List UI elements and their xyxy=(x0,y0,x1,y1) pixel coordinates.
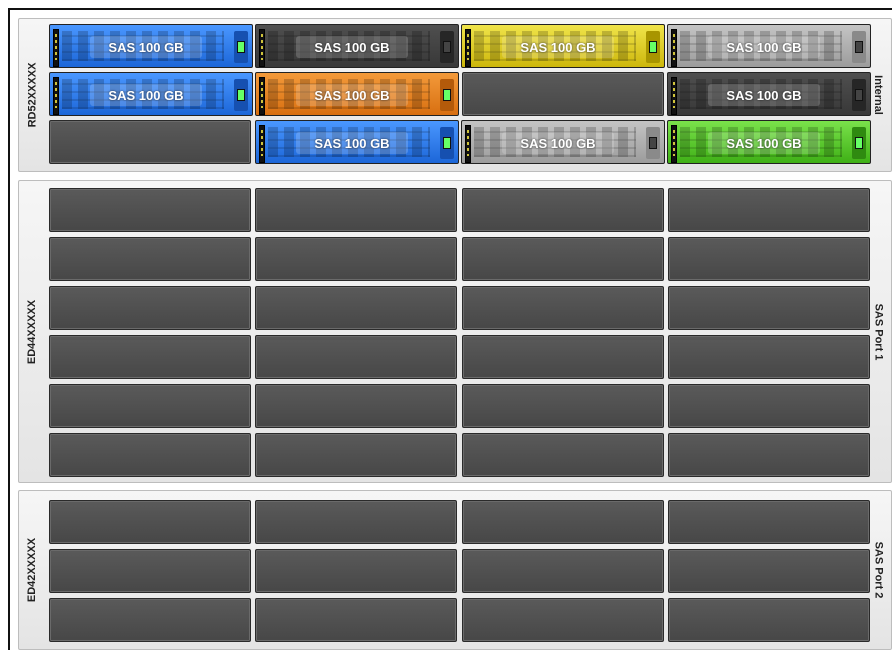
empty-drive-slot[interactable] xyxy=(49,286,251,330)
empty-drive-slot[interactable] xyxy=(668,335,870,379)
empty-drive-slot[interactable] xyxy=(668,188,870,232)
empty-drive-slot[interactable] xyxy=(49,384,251,428)
drive-handle xyxy=(671,77,677,115)
drive-slot[interactable]: SAS 100 GB xyxy=(667,24,871,68)
empty-drive-slot[interactable] xyxy=(49,500,251,544)
drive-label: SAS 100 GB xyxy=(296,36,408,58)
drive-handle xyxy=(53,77,59,115)
drive-handle xyxy=(259,125,265,163)
drive-handle xyxy=(259,29,265,67)
drive-status-led-icon xyxy=(646,31,660,63)
drive-slot[interactable]: SAS 100 GB xyxy=(667,72,871,116)
drive-status-led-icon xyxy=(440,31,454,63)
enclosure-port-text: SAS Port 1 xyxy=(872,303,885,360)
drive-status-led-icon xyxy=(646,127,660,159)
drive-handle xyxy=(465,29,471,67)
drive-slot[interactable]: SAS 100 GB xyxy=(255,72,459,116)
drive-label: SAS 100 GB xyxy=(708,132,820,154)
drive-slot[interactable]: SAS 100 GB xyxy=(255,120,459,164)
enclosure-model-label: ED42XXXXX xyxy=(19,491,45,649)
empty-drive-slot[interactable] xyxy=(462,500,664,544)
empty-drive-slot[interactable] xyxy=(668,384,870,428)
empty-drive-slot[interactable] xyxy=(255,188,457,232)
empty-drive-slot[interactable] xyxy=(49,335,251,379)
enclosure-port-text: Internal xyxy=(872,75,885,115)
drive-handle xyxy=(671,29,677,67)
drive-label: SAS 100 GB xyxy=(708,84,820,106)
empty-drive-slot[interactable] xyxy=(462,286,664,330)
enclosure-model-text: ED44XXXXX xyxy=(26,299,39,364)
drive-slot[interactable]: SAS 100 GB xyxy=(255,24,459,68)
empty-drive-slot[interactable] xyxy=(255,500,457,544)
enclosure-internal: RD52XXXXX Internal SAS 100 GB SAS 100 GB… xyxy=(18,18,892,172)
drive-label: SAS 100 GB xyxy=(502,36,614,58)
empty-drive-slot[interactable] xyxy=(462,335,664,379)
empty-drive-slot[interactable] xyxy=(255,433,457,477)
drive-label: SAS 100 GB xyxy=(296,84,408,106)
empty-drive-slot[interactable] xyxy=(462,237,664,281)
empty-drive-slot[interactable] xyxy=(668,237,870,281)
empty-drive-slot[interactable] xyxy=(668,500,870,544)
drive-status-led-icon xyxy=(852,31,866,63)
empty-drive-slot[interactable] xyxy=(255,549,457,593)
drive-label: SAS 100 GB xyxy=(90,36,202,58)
drive-slot[interactable]: SAS 100 GB xyxy=(49,72,253,116)
drive-slot[interactable]: SAS 100 GB xyxy=(49,24,253,68)
empty-drive-slot[interactable] xyxy=(49,237,251,281)
empty-drive-slot[interactable] xyxy=(255,384,457,428)
drive-slot[interactable]: SAS 100 GB xyxy=(667,120,871,164)
drive-status-led-icon xyxy=(440,127,454,159)
enclosure-model-label: ED44XXXXX xyxy=(19,181,45,482)
drive-handle xyxy=(53,29,59,67)
drive-slot[interactable]: SAS 100 GB xyxy=(461,24,665,68)
empty-drive-slot[interactable] xyxy=(668,549,870,593)
empty-drive-slot[interactable] xyxy=(49,188,251,232)
drive-slot[interactable]: SAS 100 GB xyxy=(461,120,665,164)
drive-label: SAS 100 GB xyxy=(502,132,614,154)
empty-drive-slot[interactable] xyxy=(49,549,251,593)
empty-drive-slot[interactable] xyxy=(255,286,457,330)
empty-drive-slot[interactable] xyxy=(668,433,870,477)
enclosure-model-label: RD52XXXXX xyxy=(19,19,45,171)
drive-status-led-icon xyxy=(440,79,454,111)
empty-drive-slot[interactable] xyxy=(462,549,664,593)
empty-drive-slot[interactable] xyxy=(49,598,251,642)
empty-drive-slot[interactable] xyxy=(462,433,664,477)
empty-drive-slot[interactable] xyxy=(255,598,457,642)
drive-handle xyxy=(671,125,677,163)
enclosure-port-text: SAS Port 2 xyxy=(872,541,885,599)
enclosure-model-text: RD52XXXXX xyxy=(26,62,38,128)
empty-drive-slot[interactable] xyxy=(49,120,251,164)
enclosure-sas-port-2: ED42XXXXX SAS Port 2 xyxy=(18,490,892,650)
empty-drive-slot[interactable] xyxy=(255,237,457,281)
drive-label: SAS 100 GB xyxy=(296,132,408,154)
empty-drive-slot[interactable] xyxy=(462,188,664,232)
empty-drive-slot[interactable] xyxy=(462,72,664,116)
drive-label: SAS 100 GB xyxy=(90,84,202,106)
enclosure-model-text: ED42XXXXX xyxy=(26,537,39,603)
drive-label: SAS 100 GB xyxy=(708,36,820,58)
drive-status-led-icon xyxy=(852,79,866,111)
empty-drive-slot[interactable] xyxy=(462,598,664,642)
drive-status-led-icon xyxy=(852,127,866,159)
empty-drive-slot[interactable] xyxy=(49,433,251,477)
drive-handle xyxy=(465,125,471,163)
enclosure-sas-port-1: ED44XXXXX SAS Port 1 xyxy=(18,180,892,483)
drive-handle xyxy=(259,77,265,115)
empty-drive-slot[interactable] xyxy=(255,335,457,379)
empty-drive-slot[interactable] xyxy=(462,384,664,428)
drive-status-led-icon xyxy=(234,79,248,111)
drive-status-led-icon xyxy=(234,31,248,63)
empty-drive-slot[interactable] xyxy=(668,598,870,642)
empty-drive-slot[interactable] xyxy=(668,286,870,330)
